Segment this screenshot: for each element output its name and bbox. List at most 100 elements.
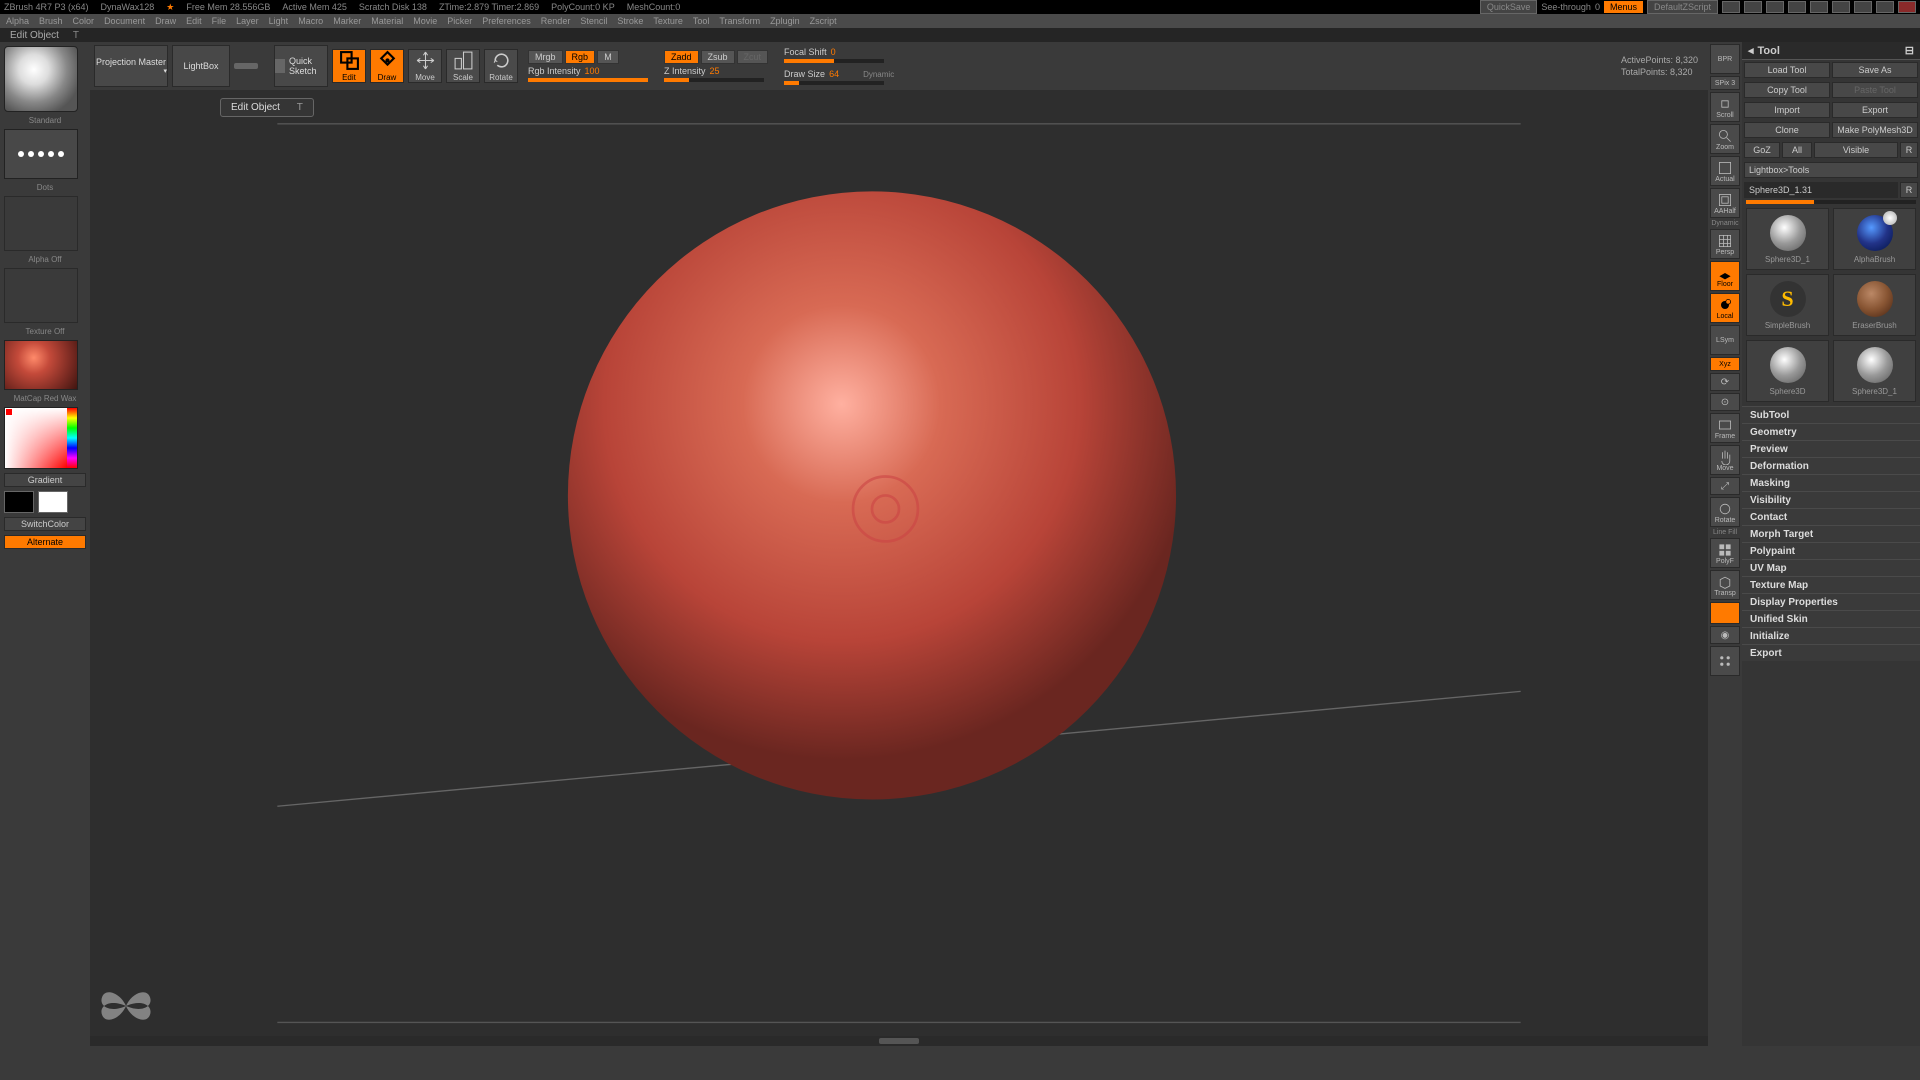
acc-preview[interactable]: Preview bbox=[1742, 440, 1920, 457]
layout-slot-1[interactable] bbox=[1722, 1, 1740, 13]
menu-preferences[interactable]: Preferences bbox=[482, 16, 531, 26]
draw-size-value[interactable]: 64 bbox=[829, 69, 839, 79]
frame-cam-button[interactable]: Frame bbox=[1710, 413, 1740, 443]
color-picker[interactable] bbox=[4, 407, 78, 469]
projection-master-button[interactable]: Projection Master ▾ bbox=[94, 45, 168, 87]
thumb-sphere3d[interactable]: Sphere3D bbox=[1746, 340, 1829, 402]
ghost-button[interactable] bbox=[1710, 602, 1740, 624]
menu-file[interactable]: File bbox=[212, 16, 227, 26]
acc-export[interactable]: Export bbox=[1742, 644, 1920, 661]
center-button[interactable]: ⊙ bbox=[1710, 393, 1740, 411]
frame-button[interactable]: ⟳ bbox=[1710, 373, 1740, 391]
swatch-main[interactable] bbox=[4, 491, 34, 513]
menu-material[interactable]: Material bbox=[371, 16, 403, 26]
make-polymesh-button[interactable]: Make PolyMesh3D bbox=[1832, 122, 1918, 138]
edit-button[interactable]: Edit bbox=[332, 49, 366, 83]
minimize-button[interactable] bbox=[1854, 1, 1872, 13]
actual-button[interactable]: Actual bbox=[1710, 156, 1740, 186]
zsub-button[interactable]: Zsub bbox=[701, 50, 735, 64]
copy-tool-button[interactable]: Copy Tool bbox=[1744, 82, 1830, 98]
menu-alpha[interactable]: Alpha bbox=[6, 16, 29, 26]
goz-all-button[interactable]: All bbox=[1782, 142, 1812, 158]
maximize-button[interactable] bbox=[1876, 1, 1894, 13]
texture-preview[interactable] bbox=[4, 268, 78, 323]
menu-draw[interactable]: Draw bbox=[155, 16, 176, 26]
menu-stencil[interactable]: Stencil bbox=[580, 16, 607, 26]
divider-slider[interactable] bbox=[234, 63, 258, 69]
thumb-simplebrush[interactable]: SSimpleBrush bbox=[1746, 274, 1829, 336]
quicksave-button[interactable]: QuickSave bbox=[1480, 0, 1538, 14]
acc-polypaint[interactable]: Polypaint bbox=[1742, 542, 1920, 559]
bpr-button[interactable]: BPR bbox=[1710, 44, 1740, 74]
goz-visible-button[interactable]: Visible bbox=[1814, 142, 1898, 158]
floor-button[interactable]: Floor bbox=[1710, 261, 1740, 291]
brush-preview[interactable] bbox=[4, 46, 78, 112]
quicksketch-button[interactable]: Quick Sketch bbox=[274, 45, 328, 87]
xyz-button[interactable]: Xyz bbox=[1710, 357, 1740, 371]
acc-unified-skin[interactable]: Unified Skin bbox=[1742, 610, 1920, 627]
lsym-button[interactable]: LSym bbox=[1710, 325, 1740, 355]
acc-texture-map[interactable]: Texture Map bbox=[1742, 576, 1920, 593]
acc-subtool[interactable]: SubTool bbox=[1742, 406, 1920, 423]
cam-zoom-button[interactable]: ⤢ bbox=[1710, 477, 1740, 495]
zcut-button[interactable]: Zcut bbox=[737, 50, 769, 64]
move-button[interactable]: Move bbox=[408, 49, 442, 83]
draw-button[interactable]: Draw bbox=[370, 49, 404, 83]
alternate-button[interactable]: Alternate bbox=[4, 535, 86, 549]
clone-button[interactable]: Clone bbox=[1744, 122, 1830, 138]
thumb-sphere3d-dup[interactable]: Sphere3D_1 bbox=[1833, 340, 1916, 402]
dynamic-label[interactable]: Dynamic bbox=[863, 70, 894, 79]
menu-movie[interactable]: Movie bbox=[413, 16, 437, 26]
close-button[interactable] bbox=[1898, 1, 1916, 13]
persp-button[interactable]: Persp bbox=[1710, 229, 1740, 259]
save-as-button[interactable]: Save As bbox=[1832, 62, 1918, 78]
menu-zplugin[interactable]: Zplugin bbox=[770, 16, 800, 26]
current-tool-r[interactable]: R bbox=[1900, 182, 1918, 198]
menu-document[interactable]: Document bbox=[104, 16, 145, 26]
solo-button[interactable]: ◉ bbox=[1710, 626, 1740, 644]
local-button[interactable]: Local bbox=[1710, 293, 1740, 323]
menu-render[interactable]: Render bbox=[541, 16, 571, 26]
layout-slot-5[interactable] bbox=[1810, 1, 1828, 13]
focal-shift-value[interactable]: 0 bbox=[831, 47, 836, 57]
layout-dropdown[interactable]: DefaultZScript bbox=[1647, 0, 1718, 14]
switchcolor-button[interactable]: SwitchColor bbox=[4, 517, 86, 531]
transp-button[interactable]: Transp bbox=[1710, 570, 1740, 600]
stroke-preview[interactable] bbox=[4, 129, 78, 179]
menu-marker[interactable]: Marker bbox=[333, 16, 361, 26]
goz-r-button[interactable]: R bbox=[1900, 142, 1918, 158]
menu-stroke[interactable]: Stroke bbox=[617, 16, 643, 26]
menu-tool[interactable]: Tool bbox=[693, 16, 710, 26]
lightbox-tools-button[interactable]: Lightbox>Tools bbox=[1744, 162, 1918, 178]
layout-slot-4[interactable] bbox=[1788, 1, 1806, 13]
m-button[interactable]: M bbox=[597, 50, 619, 64]
acc-visibility[interactable]: Visibility bbox=[1742, 491, 1920, 508]
goz-button[interactable]: GoZ bbox=[1744, 142, 1780, 158]
aahalf-button[interactable]: AAHalf bbox=[1710, 188, 1740, 218]
gradient-button[interactable]: Gradient bbox=[4, 473, 86, 487]
layout-slot-3[interactable] bbox=[1766, 1, 1784, 13]
lightbox-button[interactable]: LightBox bbox=[172, 45, 230, 87]
collapse-icon[interactable]: ⊟ bbox=[1905, 44, 1914, 57]
acc-geometry[interactable]: Geometry bbox=[1742, 423, 1920, 440]
seethrough-value[interactable]: 0 bbox=[1595, 2, 1600, 12]
scale-button[interactable]: Scale bbox=[446, 49, 480, 83]
menu-texture[interactable]: Texture bbox=[653, 16, 683, 26]
acc-uv-map[interactable]: UV Map bbox=[1742, 559, 1920, 576]
import-button[interactable]: Import bbox=[1744, 102, 1830, 118]
menu-macro[interactable]: Macro bbox=[298, 16, 323, 26]
menu-picker[interactable]: Picker bbox=[447, 16, 472, 26]
spix-slider[interactable]: SPix 3 bbox=[1710, 76, 1740, 90]
scroll-button[interactable]: Scroll bbox=[1710, 92, 1740, 122]
cam-rotate-button[interactable]: Rotate bbox=[1710, 497, 1740, 527]
z-intensity-value[interactable]: 25 bbox=[710, 66, 720, 76]
current-tool-name[interactable]: Sphere3D_1.31 bbox=[1744, 182, 1898, 198]
material-preview[interactable] bbox=[4, 340, 78, 390]
thumb-eraserbrush[interactable]: EraserBrush bbox=[1833, 274, 1916, 336]
acc-morph-target[interactable]: Morph Target bbox=[1742, 525, 1920, 542]
canvas[interactable]: Edit Object T bbox=[90, 90, 1708, 1036]
export-button[interactable]: Export bbox=[1832, 102, 1918, 118]
zadd-button[interactable]: Zadd bbox=[664, 50, 699, 64]
menu-brush[interactable]: Brush bbox=[39, 16, 63, 26]
menu-light[interactable]: Light bbox=[269, 16, 289, 26]
